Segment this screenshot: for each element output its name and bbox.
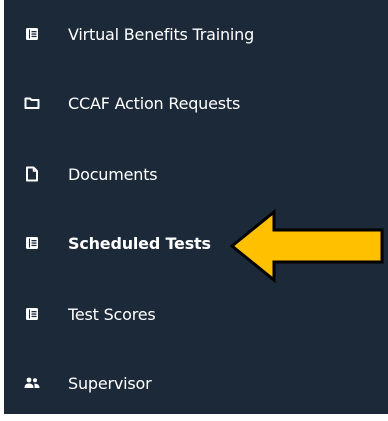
list-book-icon	[22, 304, 42, 324]
sidebar-item-label: Test Scores	[68, 304, 156, 324]
document-icon	[22, 164, 42, 184]
users-icon	[22, 373, 42, 393]
sidebar-item-label: Scheduled Tests	[68, 233, 211, 253]
sidebar-item-ccaf-action-requests[interactable]: CCAF Action Requests	[4, 73, 388, 133]
sidebar-nav: Virtual Benefits Training CCAF Action Re…	[4, 0, 388, 414]
list-book-icon	[22, 233, 42, 253]
sidebar-item-label: Supervisor	[68, 373, 152, 393]
sidebar-item-label: CCAF Action Requests	[68, 93, 241, 113]
sidebar-item-test-scores[interactable]: Test Scores	[4, 284, 388, 344]
list-book-icon	[22, 24, 42, 44]
sidebar-item-label: Documents	[68, 164, 158, 184]
sidebar-item-documents[interactable]: Documents	[4, 144, 388, 204]
sidebar-item-supervisor[interactable]: Supervisor	[4, 353, 388, 413]
sidebar-item-label: Virtual Benefits Training	[68, 24, 255, 44]
sidebar-item-virtual-benefits-training[interactable]: Virtual Benefits Training	[4, 4, 388, 64]
pointer-arrow-icon	[229, 208, 384, 284]
folder-icon	[22, 93, 42, 113]
